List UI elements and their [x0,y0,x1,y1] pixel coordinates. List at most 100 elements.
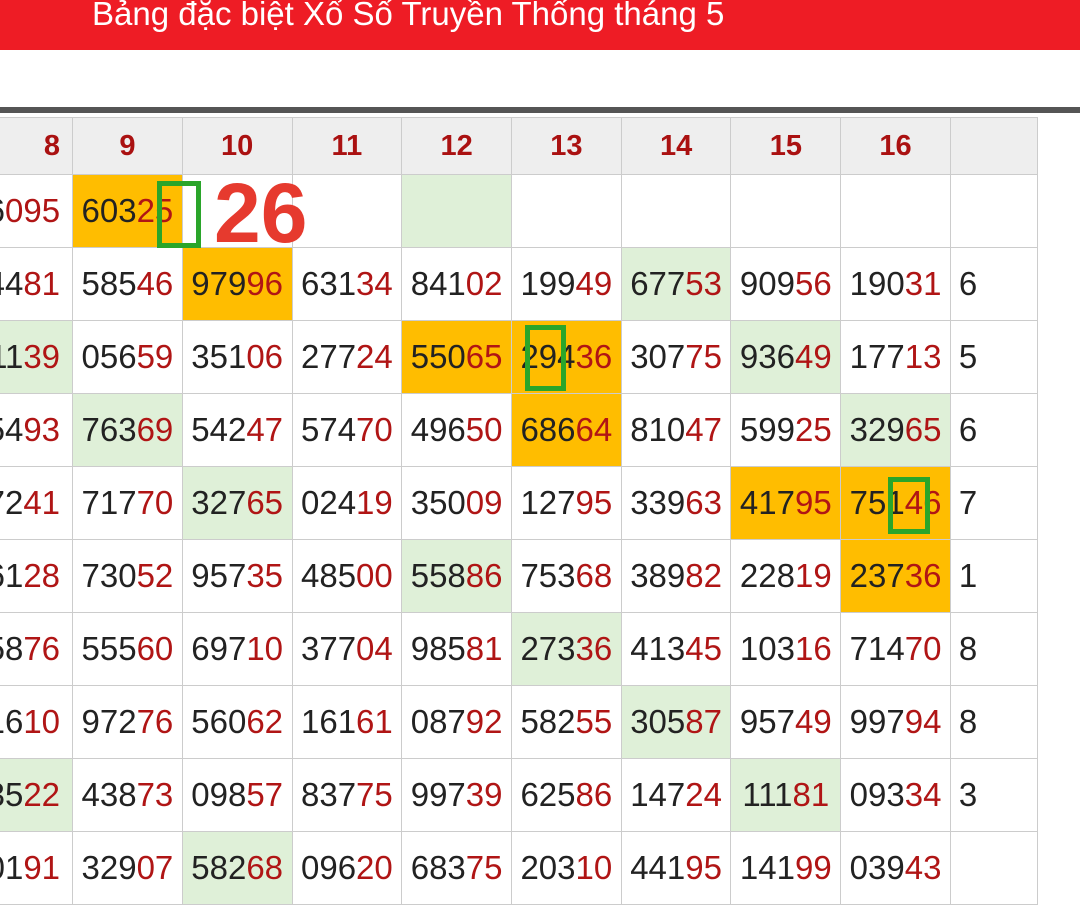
table-cell[interactable]: 09857 [181,758,293,832]
table-cell[interactable]: 32965 [840,393,951,467]
table-cell[interactable]: 09620 [291,831,403,905]
table-cell[interactable]: 3 [949,758,1039,832]
table-cell[interactable]: 58546 [72,247,183,321]
table-cell[interactable]: 30587 [620,685,732,759]
table-cell[interactable]: 19949 [510,247,622,321]
table-cell[interactable]: 55560 [72,612,183,686]
table-cell[interactable]: 5876 [0,612,74,686]
table-cell[interactable]: 02419 [291,466,403,540]
table-cell[interactable]: 99794 [840,685,951,759]
table-cell[interactable]: 35009 [401,466,512,540]
table-cell[interactable]: 27724 [291,320,403,394]
table-cell[interactable]: 6 [949,393,1039,467]
table-cell[interactable]: 55065 [401,320,512,394]
table-cell[interactable]: 22819 [730,539,842,613]
column-header[interactable]: 12 [401,117,512,175]
table-cell[interactable]: 4481 [0,247,74,321]
table-cell[interactable]: 6128 [0,539,74,613]
table-cell[interactable]: 17713 [840,320,951,394]
table-cell[interactable] [401,174,512,248]
table-cell[interactable] [291,174,403,248]
table-cell[interactable]: 14724 [620,758,732,832]
table-cell[interactable]: 20310 [510,831,622,905]
table-cell[interactable]: 30775 [620,320,732,394]
table-cell[interactable]: 63134 [291,247,403,321]
column-header[interactable] [949,117,1039,175]
table-cell[interactable]: 68664 [510,393,622,467]
table-cell[interactable]: 55886 [401,539,512,613]
table-cell[interactable]: 8 [949,612,1039,686]
table-cell[interactable]: 71470 [840,612,951,686]
table-cell[interactable]: 90956 [730,247,842,321]
table-cell[interactable] [840,174,951,248]
table-cell[interactable] [730,174,842,248]
table-cell[interactable]: 16161 [291,685,403,759]
table-cell[interactable]: 71770 [72,466,183,540]
table-cell[interactable]: 54247 [181,393,293,467]
table-cell[interactable]: 57470 [291,393,403,467]
table-cell[interactable]: 32907 [72,831,183,905]
table-cell[interactable]: 95735 [181,539,293,613]
table-cell[interactable] [620,174,732,248]
column-header[interactable]: 14 [620,117,732,175]
table-cell[interactable]: 0191 [0,831,74,905]
table-cell[interactable]: 58255 [510,685,622,759]
table-cell[interactable]: 67753 [620,247,732,321]
table-cell[interactable]: 11181 [730,758,842,832]
column-header[interactable]: 8 [0,117,74,175]
table-cell[interactable]: 98581 [401,612,512,686]
table-cell[interactable]: 43873 [72,758,183,832]
table-cell[interactable]: 58268 [181,831,293,905]
column-header[interactable]: 9 [72,117,183,175]
column-header[interactable]: 16 [840,117,951,175]
column-header[interactable]: 13 [510,117,622,175]
table-cell[interactable]: 56062 [181,685,293,759]
table-cell[interactable] [510,174,622,248]
table-cell[interactable]: 84102 [401,247,512,321]
table-cell[interactable]: 99739 [401,758,512,832]
table-cell[interactable]: 23736 [840,539,951,613]
table-cell[interactable]: 10316 [730,612,842,686]
table-cell[interactable]: 93649 [730,320,842,394]
table-cell[interactable]: 1 [949,539,1039,613]
table-cell[interactable]: 27336 [510,612,622,686]
table-cell[interactable]: 68375 [401,831,512,905]
table-cell[interactable]: 33963 [620,466,732,540]
table-cell[interactable]: 75368 [510,539,622,613]
table-cell[interactable]: 1610 [0,685,74,759]
table-cell[interactable]: 69710 [181,612,293,686]
table-cell[interactable]: 35106 [181,320,293,394]
table-cell[interactable]: 3522 [0,758,74,832]
column-header[interactable]: 11 [291,117,403,175]
table-cell[interactable]: 5493 [0,393,74,467]
table-cell[interactable]: 49650 [401,393,512,467]
table-cell[interactable]: 6095 [0,174,74,248]
table-cell[interactable]: 95749 [730,685,842,759]
table-cell[interactable]: 83775 [291,758,403,832]
table-cell[interactable]: 76369 [72,393,183,467]
table-cell[interactable]: 1139 [0,320,74,394]
table-cell[interactable]: 32765 [181,466,293,540]
column-header[interactable]: 15 [730,117,842,175]
table-cell[interactable]: 97276 [72,685,183,759]
table-cell[interactable]: 7241 [0,466,74,540]
table-cell[interactable]: 59925 [730,393,842,467]
table-cell[interactable]: 62586 [510,758,622,832]
table-cell[interactable]: 48500 [291,539,403,613]
table-cell[interactable]: 5 [949,320,1039,394]
table-cell[interactable]: 41795 [730,466,842,540]
table-cell[interactable]: 19031 [840,247,951,321]
table-cell[interactable]: 38982 [620,539,732,613]
table-cell[interactable]: 05659 [72,320,183,394]
table-cell[interactable]: 73052 [72,539,183,613]
table-cell[interactable]: 44195 [620,831,732,905]
table-cell[interactable]: 8 [949,685,1039,759]
table-cell[interactable]: 09334 [840,758,951,832]
table-cell[interactable]: 41345 [620,612,732,686]
table-cell[interactable]: 7 [949,466,1039,540]
table-cell[interactable]: 14199 [730,831,842,905]
table-cell[interactable] [949,174,1039,248]
table-cell[interactable] [949,831,1039,905]
table-cell[interactable]: 03943 [840,831,951,905]
table-cell[interactable]: 6 [949,247,1039,321]
